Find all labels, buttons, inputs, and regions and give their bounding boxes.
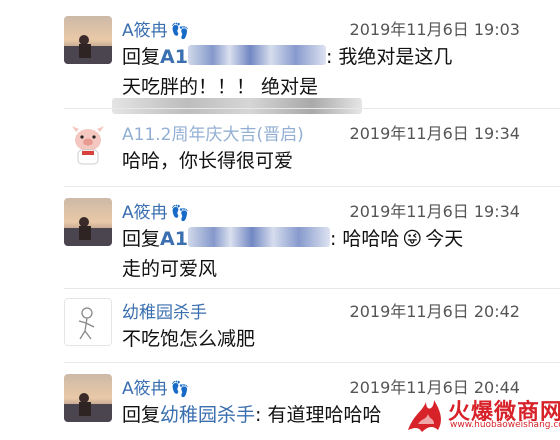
comment-time: 2019年11月6日 19:03: [349, 20, 520, 39]
footprint-icon: 👣: [170, 380, 190, 398]
comment-text: 今天: [425, 228, 464, 250]
footprint-icon: 👣: [170, 22, 190, 40]
comment-time: 2019年11月6日 19:34: [349, 124, 520, 143]
comment-body: 回复A1: 我绝对是这几 天吃胖的！！！ 绝对是: [122, 42, 522, 102]
avatar[interactable]: [64, 374, 112, 422]
watermark-url: www.huobaoweishang.com: [450, 420, 560, 430]
reply-prefix: 回复: [122, 404, 161, 426]
reply-prefix: 回复: [122, 228, 161, 250]
comment-text: : 我绝对是这几: [325, 46, 453, 68]
comment-author[interactable]: A筱冉 👣: [122, 16, 189, 41]
comment-body: 回复A1: 哈哈哈 😜 今天 走的可爱风: [122, 224, 522, 284]
comment-text: : 有道理哈哈哈: [255, 404, 382, 426]
comment-item: 幼稚园杀手 2019年11月6日 20:42 不吃饱怎么减肥: [0, 288, 560, 364]
avatar[interactable]: [64, 120, 112, 168]
comment-time: 2019年11月6日 20:42: [349, 302, 520, 321]
comment-item: A筱冉 👣 2019年11月6日 19:03 回复A1: 我绝对是这几 天吃胖的！…: [0, 0, 560, 100]
comment-body: 哈哈，你长得很可爱: [122, 150, 294, 172]
reply-prefix: 回复: [122, 46, 161, 68]
reply-target-link[interactable]: A1: [160, 227, 330, 250]
comment-author[interactable]: A筱冉 👣: [122, 198, 189, 223]
comment-text: : 哈哈哈: [329, 228, 400, 250]
comment-author[interactable]: 幼稚园杀手: [122, 298, 207, 323]
reply-target-link[interactable]: 幼稚园杀手: [160, 404, 255, 426]
flame-bird-icon: [408, 400, 441, 432]
winking-emoji-icon: 😜: [402, 228, 423, 250]
comment-item: A筱冉 👣 2019年11月6日 19:34 回复A1: 哈哈哈 😜 今天 走的可爱风: [0, 186, 560, 286]
avatar[interactable]: [64, 298, 112, 346]
comment-author[interactable]: A筱冉 👣: [122, 374, 189, 399]
comment-time: 2019年11月6日 19:34: [349, 202, 520, 221]
comment-author[interactable]: A11.2周年庆大吉(晋启): [122, 120, 304, 145]
footprint-icon: 👣: [170, 204, 190, 222]
comment-item: A11.2周年庆大吉(晋启) 2019年11月6日 19:34 哈哈，你长得很可…: [0, 108, 560, 188]
comment-body: 不吃饱怎么减肥: [122, 328, 256, 350]
watermark-logo: 火爆微商网 www.huobaoweishang.com: [404, 394, 560, 434]
avatar[interactable]: [64, 16, 112, 64]
reply-target-link[interactable]: A1: [160, 45, 326, 68]
avatar[interactable]: [64, 198, 112, 246]
comment-text: 走的可爱风: [122, 258, 218, 280]
blurred-name: [187, 45, 326, 65]
blurred-name: [187, 227, 330, 247]
comment-text: 天吃胖的！！！ 绝对是: [122, 76, 319, 98]
